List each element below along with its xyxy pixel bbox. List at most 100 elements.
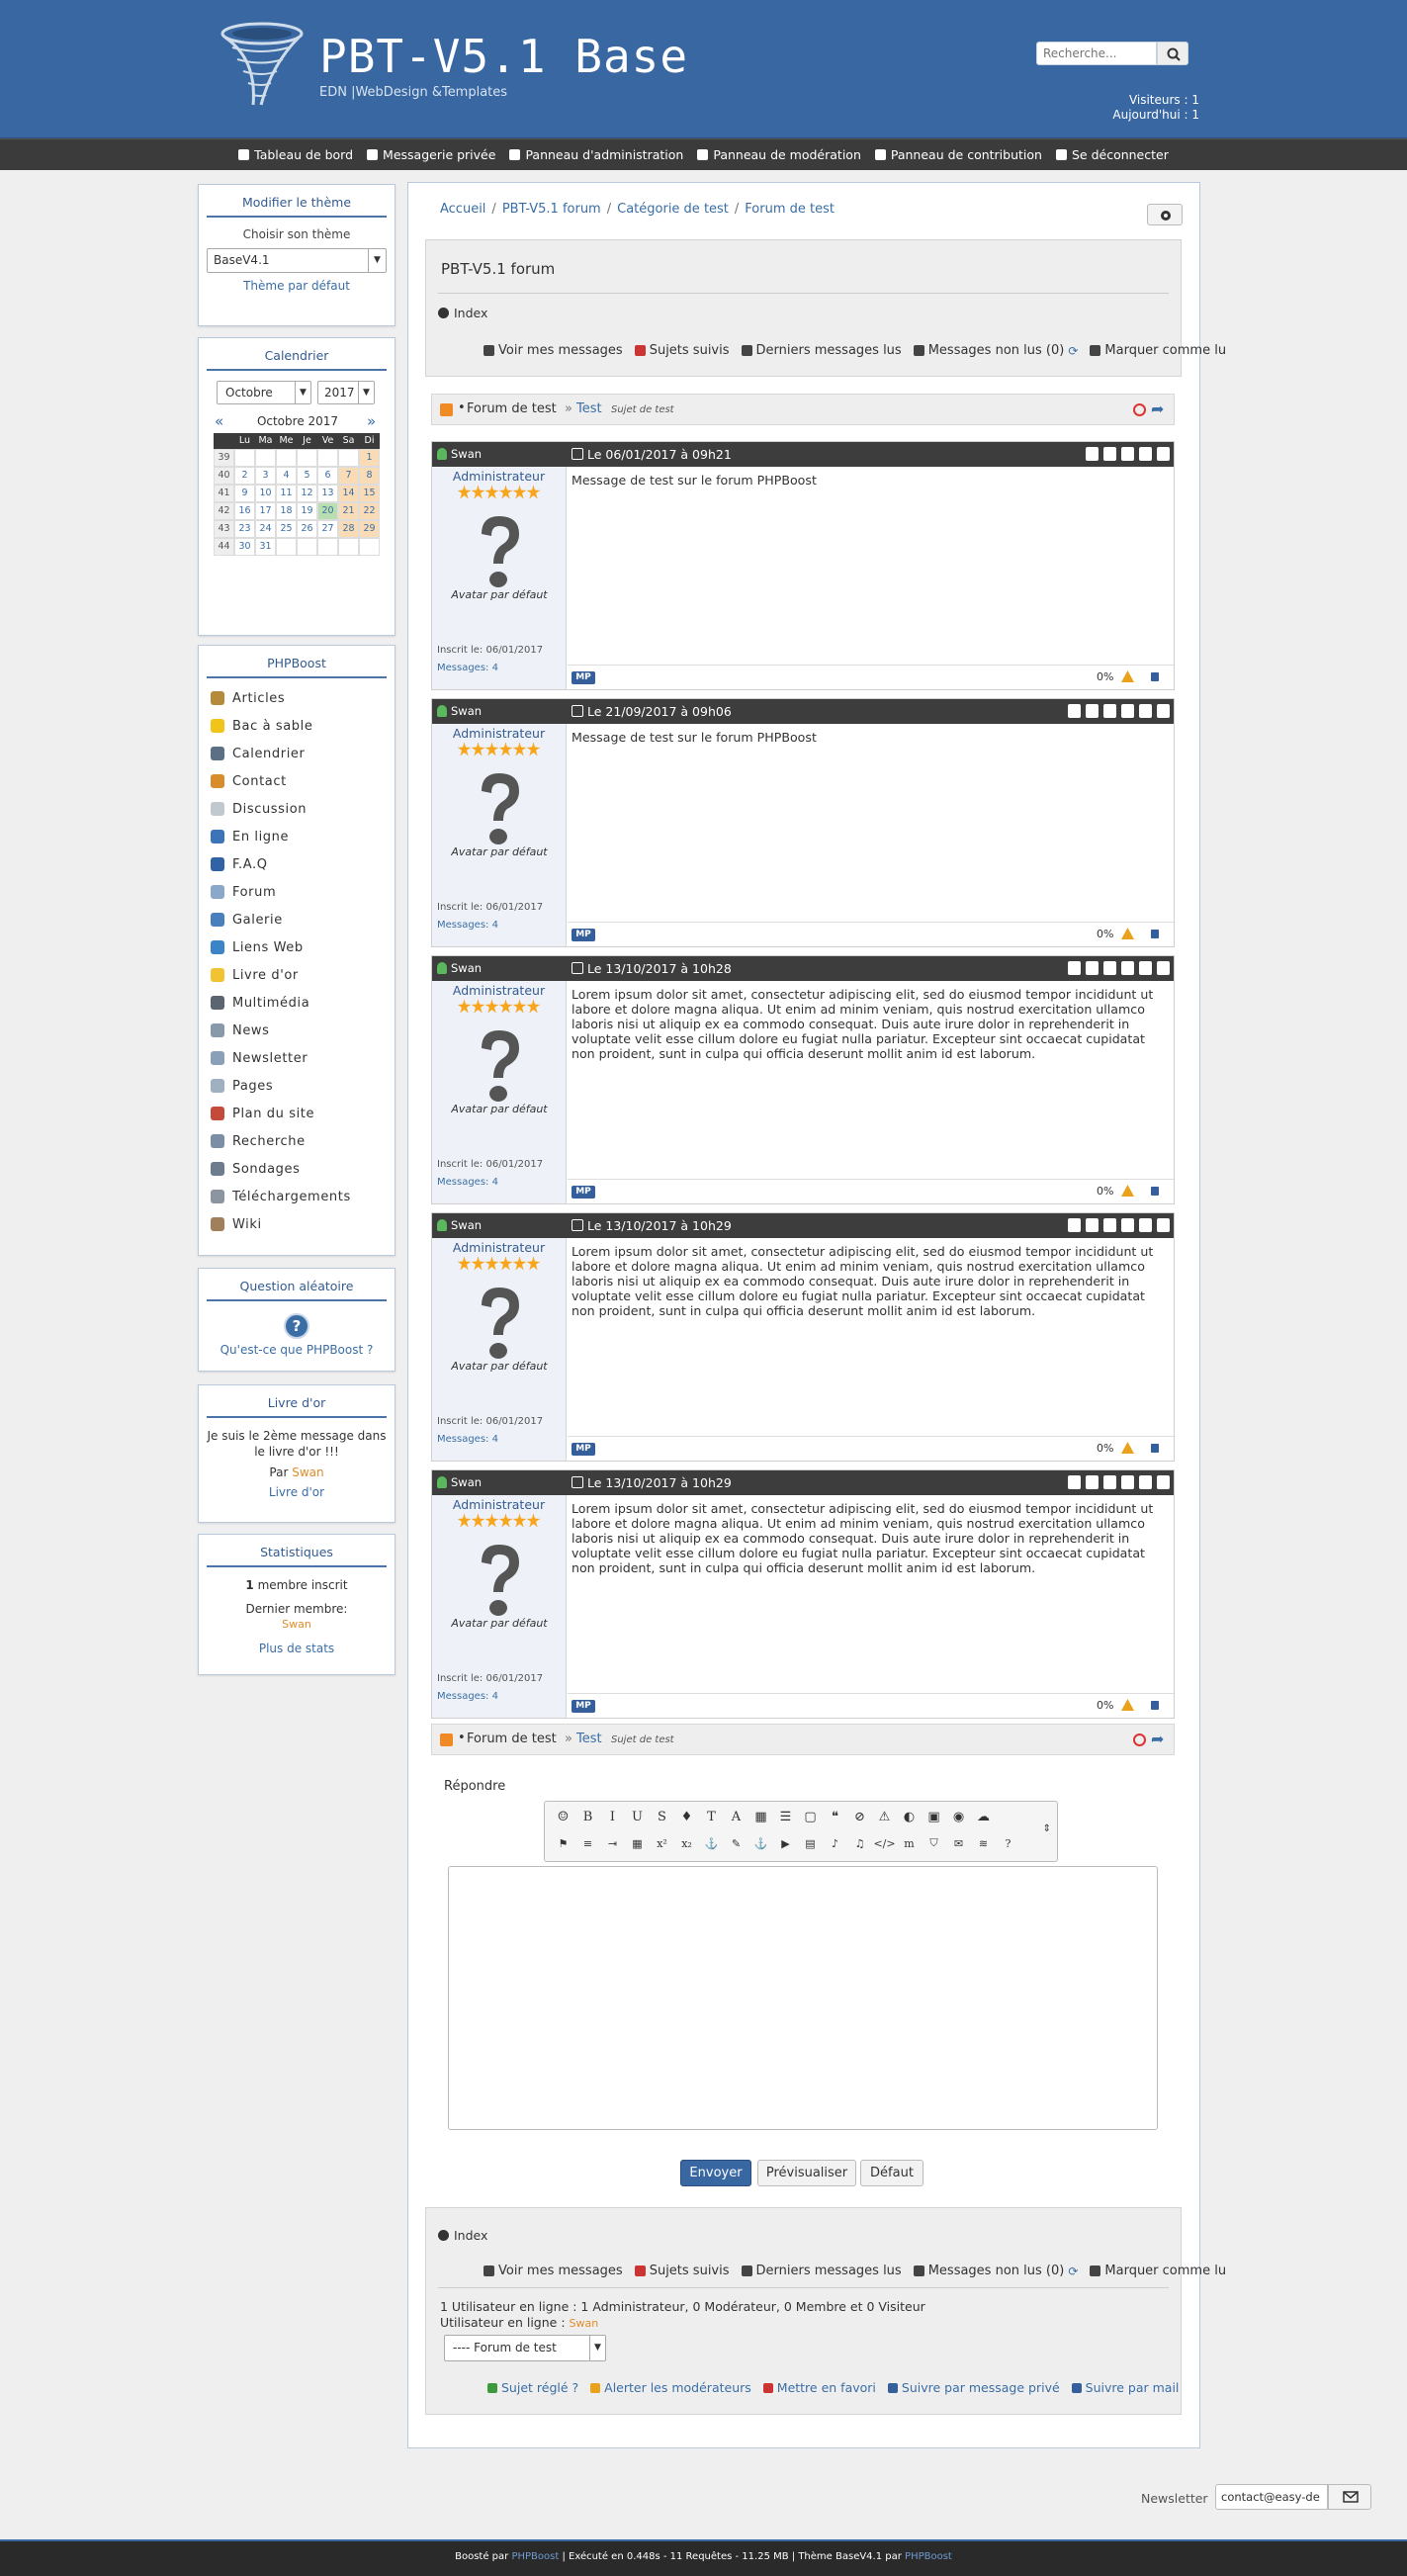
year-select[interactable]: 2017 ▼ [317,381,375,404]
user-message-count[interactable]: Messages: 4 [437,663,498,673]
forum-action-1[interactable]: Sujets suivis [634,2264,730,2278]
user-message-count[interactable]: Messages: 4 [437,1434,498,1445]
month-select[interactable]: Octobre ▼ [217,381,311,404]
topnav-item-4[interactable]: Panneau de contribution [874,147,1042,162]
calendar-day[interactable]: 31 [255,538,276,556]
menu-item-0[interactable]: Articles [199,684,395,712]
arrow-down-icon[interactable] [1157,704,1170,718]
post-date[interactable]: Le 13/10/2017 à 10h29 [587,1218,732,1233]
underline-icon[interactable]: U [627,1807,648,1826]
edit-icon[interactable] [1086,704,1099,718]
share-icon[interactable]: ➦ [1151,400,1164,418]
next-month-button[interactable]: » [367,412,376,430]
arrow-up-icon[interactable] [1139,447,1152,461]
post-author-link[interactable]: Swan [451,1475,482,1489]
menu-item-4[interactable]: Discussion [199,795,395,823]
calendar-day[interactable]: 18 [276,502,297,520]
calendar-day[interactable]: 23 [234,520,255,538]
music-icon[interactable]: ♫ [849,1833,870,1853]
private-message-button[interactable]: MP [572,1443,595,1456]
reset-button[interactable]: Défaut [860,2160,923,2186]
indent-icon[interactable]: ⇥ [602,1833,623,1853]
forum-action-1[interactable]: Sujets suivis [634,343,730,358]
menu-item-8[interactable]: Galerie [199,906,395,933]
image-icon[interactable]: ▣ [923,1807,944,1826]
calendar-day[interactable]: 25 [276,520,297,538]
footer-link-2[interactable]: PHPBoost [905,2551,952,2562]
help-icon[interactable]: ? [998,1833,1018,1853]
preview-button[interactable]: Prévisualiser [757,2160,856,2186]
menu-item-14[interactable]: Pages [199,1072,395,1100]
search-button[interactable] [1157,42,1188,65]
thread-topic-link[interactable]: Test [576,1732,602,1746]
lock-icon[interactable] [1151,1187,1159,1196]
calendar-day[interactable]: 15 [359,485,380,502]
font-icon[interactable]: A [726,1807,747,1826]
calendar-day[interactable]: 8 [359,467,380,485]
play-icon[interactable]: ▶ [775,1833,796,1853]
breadcrumb-link[interactable]: Forum de test [745,202,835,217]
post-date[interactable]: Le 21/09/2017 à 09h06 [587,704,732,719]
newsletter-email-input[interactable]: contact@easy-de [1215,2484,1328,2510]
edit-icon[interactable] [1086,961,1099,975]
menu-item-6[interactable]: F.A.Q [199,850,395,878]
arrow-down-icon[interactable] [1157,1475,1170,1489]
quote-icon[interactable] [1068,961,1081,975]
menu-item-19[interactable]: Wiki [199,1210,395,1238]
post-date[interactable]: Le 13/10/2017 à 10h29 [587,1475,732,1490]
calendar-day[interactable]: 6 [317,467,338,485]
menu-item-13[interactable]: Newsletter [199,1044,395,1072]
post-author-link[interactable]: Swan [451,704,482,718]
post-author-link[interactable]: Swan [451,961,482,975]
strike-icon[interactable]: S [652,1807,672,1826]
topnav-item-1[interactable]: Messagerie privée [367,147,495,162]
calendar-day[interactable]: 24 [255,520,276,538]
settings-button[interactable] [1147,204,1183,225]
warning-icon[interactable] [1121,928,1134,939]
menu-item-7[interactable]: Forum [199,878,395,906]
topic-action-3[interactable]: Suivre par message privé [887,2380,1060,2395]
arrow-up-icon[interactable] [1139,704,1152,718]
search-input[interactable] [1036,42,1157,65]
send-button[interactable]: Envoyer [680,2160,751,2186]
menu-item-15[interactable]: Plan du site [199,1100,395,1127]
user-message-count[interactable]: Messages: 4 [437,1691,498,1702]
online-user-link[interactable]: Swan [570,2317,599,2330]
ban-icon[interactable] [1133,403,1146,416]
delete-icon[interactable] [1121,447,1134,461]
calendar-day[interactable]: 4 [276,467,297,485]
more-stats-link[interactable]: Plus de stats [207,1641,387,1656]
post-date[interactable]: Le 13/10/2017 à 10h28 [587,961,732,976]
arrow-up-icon[interactable] [1139,961,1152,975]
calendar-day[interactable]: 26 [297,520,317,538]
quote-icon[interactable] [1068,704,1081,718]
topnav-item-3[interactable]: Panneau de modération [697,147,861,162]
calendar-day[interactable]: 7 [338,467,359,485]
delete-icon[interactable] [1103,704,1116,718]
calendar-day[interactable]: 28 [338,520,359,538]
hide-icon[interactable]: ⊘ [849,1807,870,1826]
code-icon[interactable]: </> [873,1833,895,1853]
upload-icon[interactable]: ☁ [973,1807,994,1826]
toolbar-toggle-icon[interactable]: ⇕ [1043,1823,1051,1834]
forum-index-link-bottom[interactable]: Index [454,2228,487,2243]
post-date[interactable]: Le 06/01/2017 à 09h21 [587,447,732,462]
calendar-day[interactable]: 14 [338,485,359,502]
color-icon[interactable]: ♦ [676,1807,697,1826]
calendar-day[interactable]: 13 [317,485,338,502]
arrow-down-icon[interactable] [1157,961,1170,975]
last-member-link[interactable]: Swan [207,1617,387,1633]
breadcrumb-link[interactable]: PBT-V5.1 forum [502,202,601,217]
calendar-day[interactable]: 1 [359,449,380,467]
table-icon[interactable]: ▦ [750,1807,771,1826]
user-message-count[interactable]: Messages: 4 [437,1177,498,1188]
arrow-up-icon[interactable] [1139,1475,1152,1489]
anchor-icon[interactable]: ⚓ [701,1833,722,1853]
edit-icon[interactable] [1103,447,1116,461]
thread-forum-link[interactable]: Forum de test [467,401,557,416]
post-author-link[interactable]: Swan [451,447,482,461]
forum-index-link[interactable]: Index [454,306,487,320]
arrow-down-icon[interactable] [1157,1218,1170,1232]
edit-icon[interactable] [1086,1475,1099,1489]
arrow-up-icon[interactable] [1139,1218,1152,1232]
